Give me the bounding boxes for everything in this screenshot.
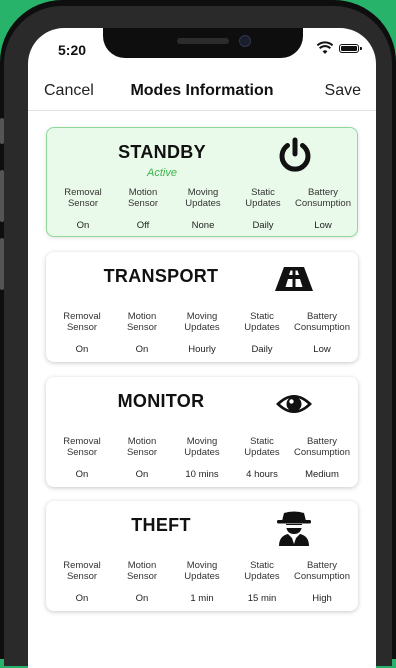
stat-value: 15 min — [247, 593, 277, 604]
stat-label: Removal Sensor — [63, 311, 101, 333]
stat-label: Static Updates — [244, 560, 280, 582]
stat-label: Moving Updates — [184, 436, 220, 458]
stat-value: On — [75, 593, 89, 604]
active-status: Active — [147, 167, 177, 179]
stat-label: Motion Sensor — [127, 187, 159, 209]
stat-static: Static Updates Daily — [232, 311, 292, 355]
notch — [103, 28, 303, 58]
stat-value: 1 min — [190, 593, 214, 604]
stat-value: Off — [136, 220, 150, 231]
mode-stats: Removal Sensor On Motion Sensor Off Moving… — [53, 187, 353, 231]
stat-value: On — [135, 344, 149, 355]
stat-moving: Moving Updates None — [173, 187, 233, 231]
mode-stats: Removal Sensor On Motion Sensor On Moving U… — [52, 560, 352, 604]
stat-value: Daily — [252, 220, 274, 231]
mode-title: STANDBY — [118, 142, 206, 162]
stat-value: On — [76, 220, 90, 231]
stat-battery: Battery Consumption High — [292, 560, 352, 604]
stat-moving: Moving Updates Hourly — [172, 311, 232, 355]
stat-removal: Removal Sensor On — [52, 311, 112, 355]
battery-icon — [339, 44, 362, 53]
stat-value: Hourly — [188, 344, 216, 355]
mode-title: MONITOR — [117, 391, 205, 411]
mode-title: TRANSPORT — [103, 266, 219, 286]
mode-card-theft[interactable]: THEFT Removal Sensor On Motion Sensor On M… — [46, 501, 358, 611]
stat-value: On — [135, 469, 149, 480]
mute-switch — [0, 118, 4, 144]
stat-label: Battery Consumption — [294, 436, 350, 458]
status-time: 5:20 — [58, 42, 87, 58]
screen: 5:20 Cancel Modes Information Save STAND… — [28, 28, 376, 668]
eye-icon — [274, 386, 314, 422]
stat-value: High — [312, 593, 332, 604]
stat-motion: Motion Sensor On — [112, 560, 172, 604]
mode-title: THEFT — [131, 515, 191, 535]
mode-stats: Removal Sensor On Motion Sensor On Moving U… — [52, 436, 352, 480]
stat-label: Battery Consumption — [294, 560, 350, 582]
stat-label: Motion Sensor — [126, 311, 158, 333]
mode-card-transport[interactable]: TRANSPORT Removal Sensor On Motion Sensor … — [46, 252, 358, 362]
stat-moving: Moving Updates 1 min — [172, 560, 232, 604]
stat-battery: Battery Consumption Medium — [292, 436, 352, 480]
stat-removal: Removal Sensor On — [52, 436, 112, 480]
stat-label: Static Updates — [244, 311, 280, 333]
stat-value: On — [75, 469, 89, 480]
stat-motion: Motion Sensor On — [112, 311, 172, 355]
stat-value: Low — [314, 220, 332, 231]
mode-card-standby[interactable]: STANDBY Active Removal Sensor On Motion Se… — [46, 127, 358, 237]
power-icon — [275, 137, 315, 173]
stat-battery: Battery Consumption Low — [293, 187, 353, 231]
stat-battery: Battery Consumption Low — [292, 311, 352, 355]
stat-static: Static Updates Daily — [233, 187, 293, 231]
stat-label: Motion Sensor — [126, 436, 158, 458]
stat-value: None — [191, 220, 215, 231]
stat-static: Static Updates 15 min — [232, 560, 292, 604]
thief-icon — [274, 510, 314, 546]
road-icon — [274, 261, 314, 297]
stat-label: Static Updates — [244, 436, 280, 458]
stat-label: Removal Sensor — [63, 560, 101, 582]
navbar: Cancel Modes Information Save — [28, 72, 376, 111]
mode-stats: Removal Sensor On Motion Sensor On Moving U… — [52, 311, 352, 355]
stat-removal: Removal Sensor On — [53, 187, 113, 231]
stat-motion: Motion Sensor Off — [113, 187, 173, 231]
stat-value: 4 hours — [246, 469, 278, 480]
stat-value: Daily — [251, 344, 273, 355]
save-button[interactable]: Save — [325, 82, 361, 100]
speaker — [177, 38, 229, 44]
wifi-icon — [317, 41, 333, 54]
stat-label: Battery Consumption — [295, 187, 351, 209]
stat-label: Moving Updates — [184, 560, 220, 582]
volume-down-button — [0, 238, 4, 290]
volume-up-button — [0, 170, 4, 222]
stat-label: Moving Updates — [185, 187, 221, 209]
stat-removal: Removal Sensor On — [52, 560, 112, 604]
stat-label: Removal Sensor — [64, 187, 102, 209]
stat-static: Static Updates 4 hours — [232, 436, 292, 480]
stat-label: Removal Sensor — [63, 436, 101, 458]
stat-label: Static Updates — [245, 187, 281, 209]
stat-moving: Moving Updates 10 mins — [172, 436, 232, 480]
stat-motion: Motion Sensor On — [112, 436, 172, 480]
stat-label: Moving Updates — [184, 311, 220, 333]
stat-label: Battery Consumption — [294, 311, 350, 333]
stat-label: Motion Sensor — [126, 560, 158, 582]
stat-value: On — [135, 593, 149, 604]
mode-card-monitor[interactable]: MONITOR Removal Sensor On Motion Sensor On… — [46, 377, 358, 487]
stat-value: Medium — [305, 469, 339, 480]
stat-value: On — [75, 344, 89, 355]
stat-value: 10 mins — [185, 469, 219, 480]
front-camera — [239, 35, 251, 47]
stat-value: Low — [313, 344, 331, 355]
